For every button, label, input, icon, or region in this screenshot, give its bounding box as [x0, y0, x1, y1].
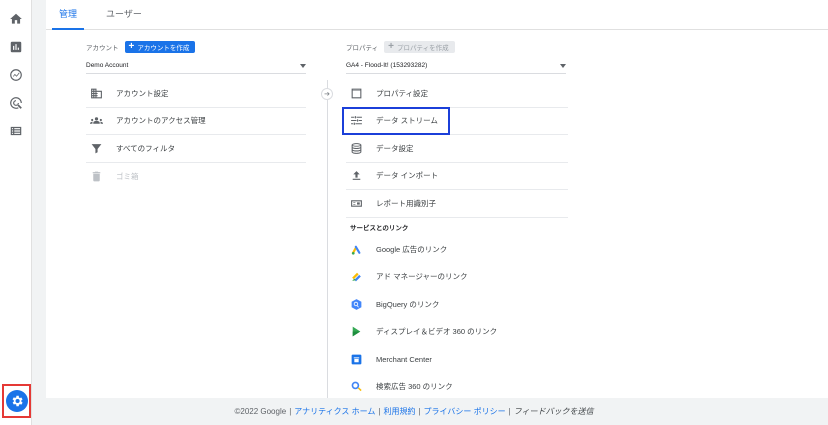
explore-icon[interactable] [6, 65, 26, 85]
filter-icon [90, 142, 108, 155]
plus-icon: + [388, 41, 394, 52]
create-account-button[interactable]: + アカウントを作成 [124, 41, 196, 53]
google-ads-icon [350, 243, 368, 256]
data-import-item[interactable]: データ インポート [346, 163, 568, 190]
data-streams-highlight [342, 106, 450, 135]
admin-panel: 管理 ユーザー アカウント + アカウントを作成 Demo Account アカ… [46, 0, 828, 398]
configure-icon[interactable] [6, 121, 26, 141]
data-streams-item[interactable]: データ ストリーム [342, 106, 568, 135]
id-icon [350, 197, 368, 210]
copyright: ©2022 Google [234, 407, 287, 416]
tab-bar: 管理 ユーザー [46, 0, 828, 30]
advertising-icon[interactable] [6, 93, 26, 113]
trash-item: ゴミ箱 [86, 163, 306, 191]
all-filters-item[interactable]: すべてのフィルタ [86, 135, 306, 163]
google-ads-link-item[interactable]: Google 広告のリンク [346, 236, 568, 264]
service-links-heading: サービスとのリンク [350, 224, 409, 232]
send-feedback-link[interactable]: フィードバックを送信 [514, 406, 594, 417]
create-property-button[interactable]: + プロパティを作成 [384, 41, 455, 53]
arrow-right-icon: ➔ [321, 88, 333, 100]
terms-link[interactable]: 利用規約 [383, 406, 415, 417]
account-settings-item[interactable]: アカウント設定 [86, 80, 306, 108]
dv360-link-item[interactable]: ディスプレイ＆ビデオ 360 のリンク [346, 318, 568, 346]
dv360-icon [350, 325, 368, 338]
property-column-header: プロパティ + プロパティを作成 [346, 41, 455, 53]
building-icon [90, 87, 108, 100]
property-menu: プロパティ設定 データ ストリーム データ設定 データ インポート レポート用識… [342, 80, 568, 401]
search-ads-360-icon [350, 380, 368, 393]
upload-icon [350, 169, 368, 182]
search-ads-360-link-item[interactable]: 検索広告 360 のリンク [346, 373, 568, 401]
reports-icon[interactable] [6, 37, 26, 57]
data-settings-item[interactable]: データ設定 [346, 135, 568, 163]
account-label: アカウント [86, 45, 119, 52]
window-icon [350, 87, 368, 100]
trash-icon [90, 170, 108, 183]
bigquery-icon [350, 298, 368, 311]
database-icon [350, 142, 368, 155]
account-access-management-item[interactable]: アカウントのアクセス管理 [86, 108, 306, 135]
account-menu: アカウント設定 アカウントのアクセス管理 すべてのフィルタ ゴミ箱 [86, 80, 306, 190]
footer: ©2022 Google | アナリティクス ホーム | 利用規約 | プライバ… [234, 406, 594, 417]
reporting-identity-item[interactable]: レポート用識別子 [346, 190, 568, 218]
left-nav-rail [0, 0, 32, 425]
ad-manager-icon [350, 270, 368, 283]
tab-users[interactable]: ユーザー [106, 0, 142, 30]
column-divider [327, 80, 328, 398]
home-icon[interactable] [6, 9, 26, 29]
property-selector[interactable]: GA4 - Flood-It! (153293282) [346, 58, 566, 74]
chevron-down-icon [300, 63, 306, 68]
property-label: プロパティ [346, 45, 379, 52]
tab-admin[interactable]: 管理 [52, 0, 84, 30]
ad-manager-link-item[interactable]: アド マネージャーのリンク [346, 263, 568, 291]
people-icon [90, 114, 108, 127]
property-settings-item[interactable]: プロパティ設定 [346, 80, 568, 108]
bigquery-link-item[interactable]: BigQuery のリンク [346, 291, 568, 319]
chevron-down-icon [560, 63, 566, 68]
merchant-center-icon [350, 353, 368, 366]
account-selector[interactable]: Demo Account [86, 58, 306, 74]
analytics-home-link[interactable]: アナリティクス ホーム [294, 406, 375, 417]
merchant-center-link-item[interactable]: Merchant Center [346, 346, 568, 374]
account-column-header: アカウント + アカウントを作成 [86, 41, 196, 53]
privacy-policy-link[interactable]: プライバシー ポリシー [424, 406, 506, 417]
plus-icon: + [128, 41, 135, 52]
